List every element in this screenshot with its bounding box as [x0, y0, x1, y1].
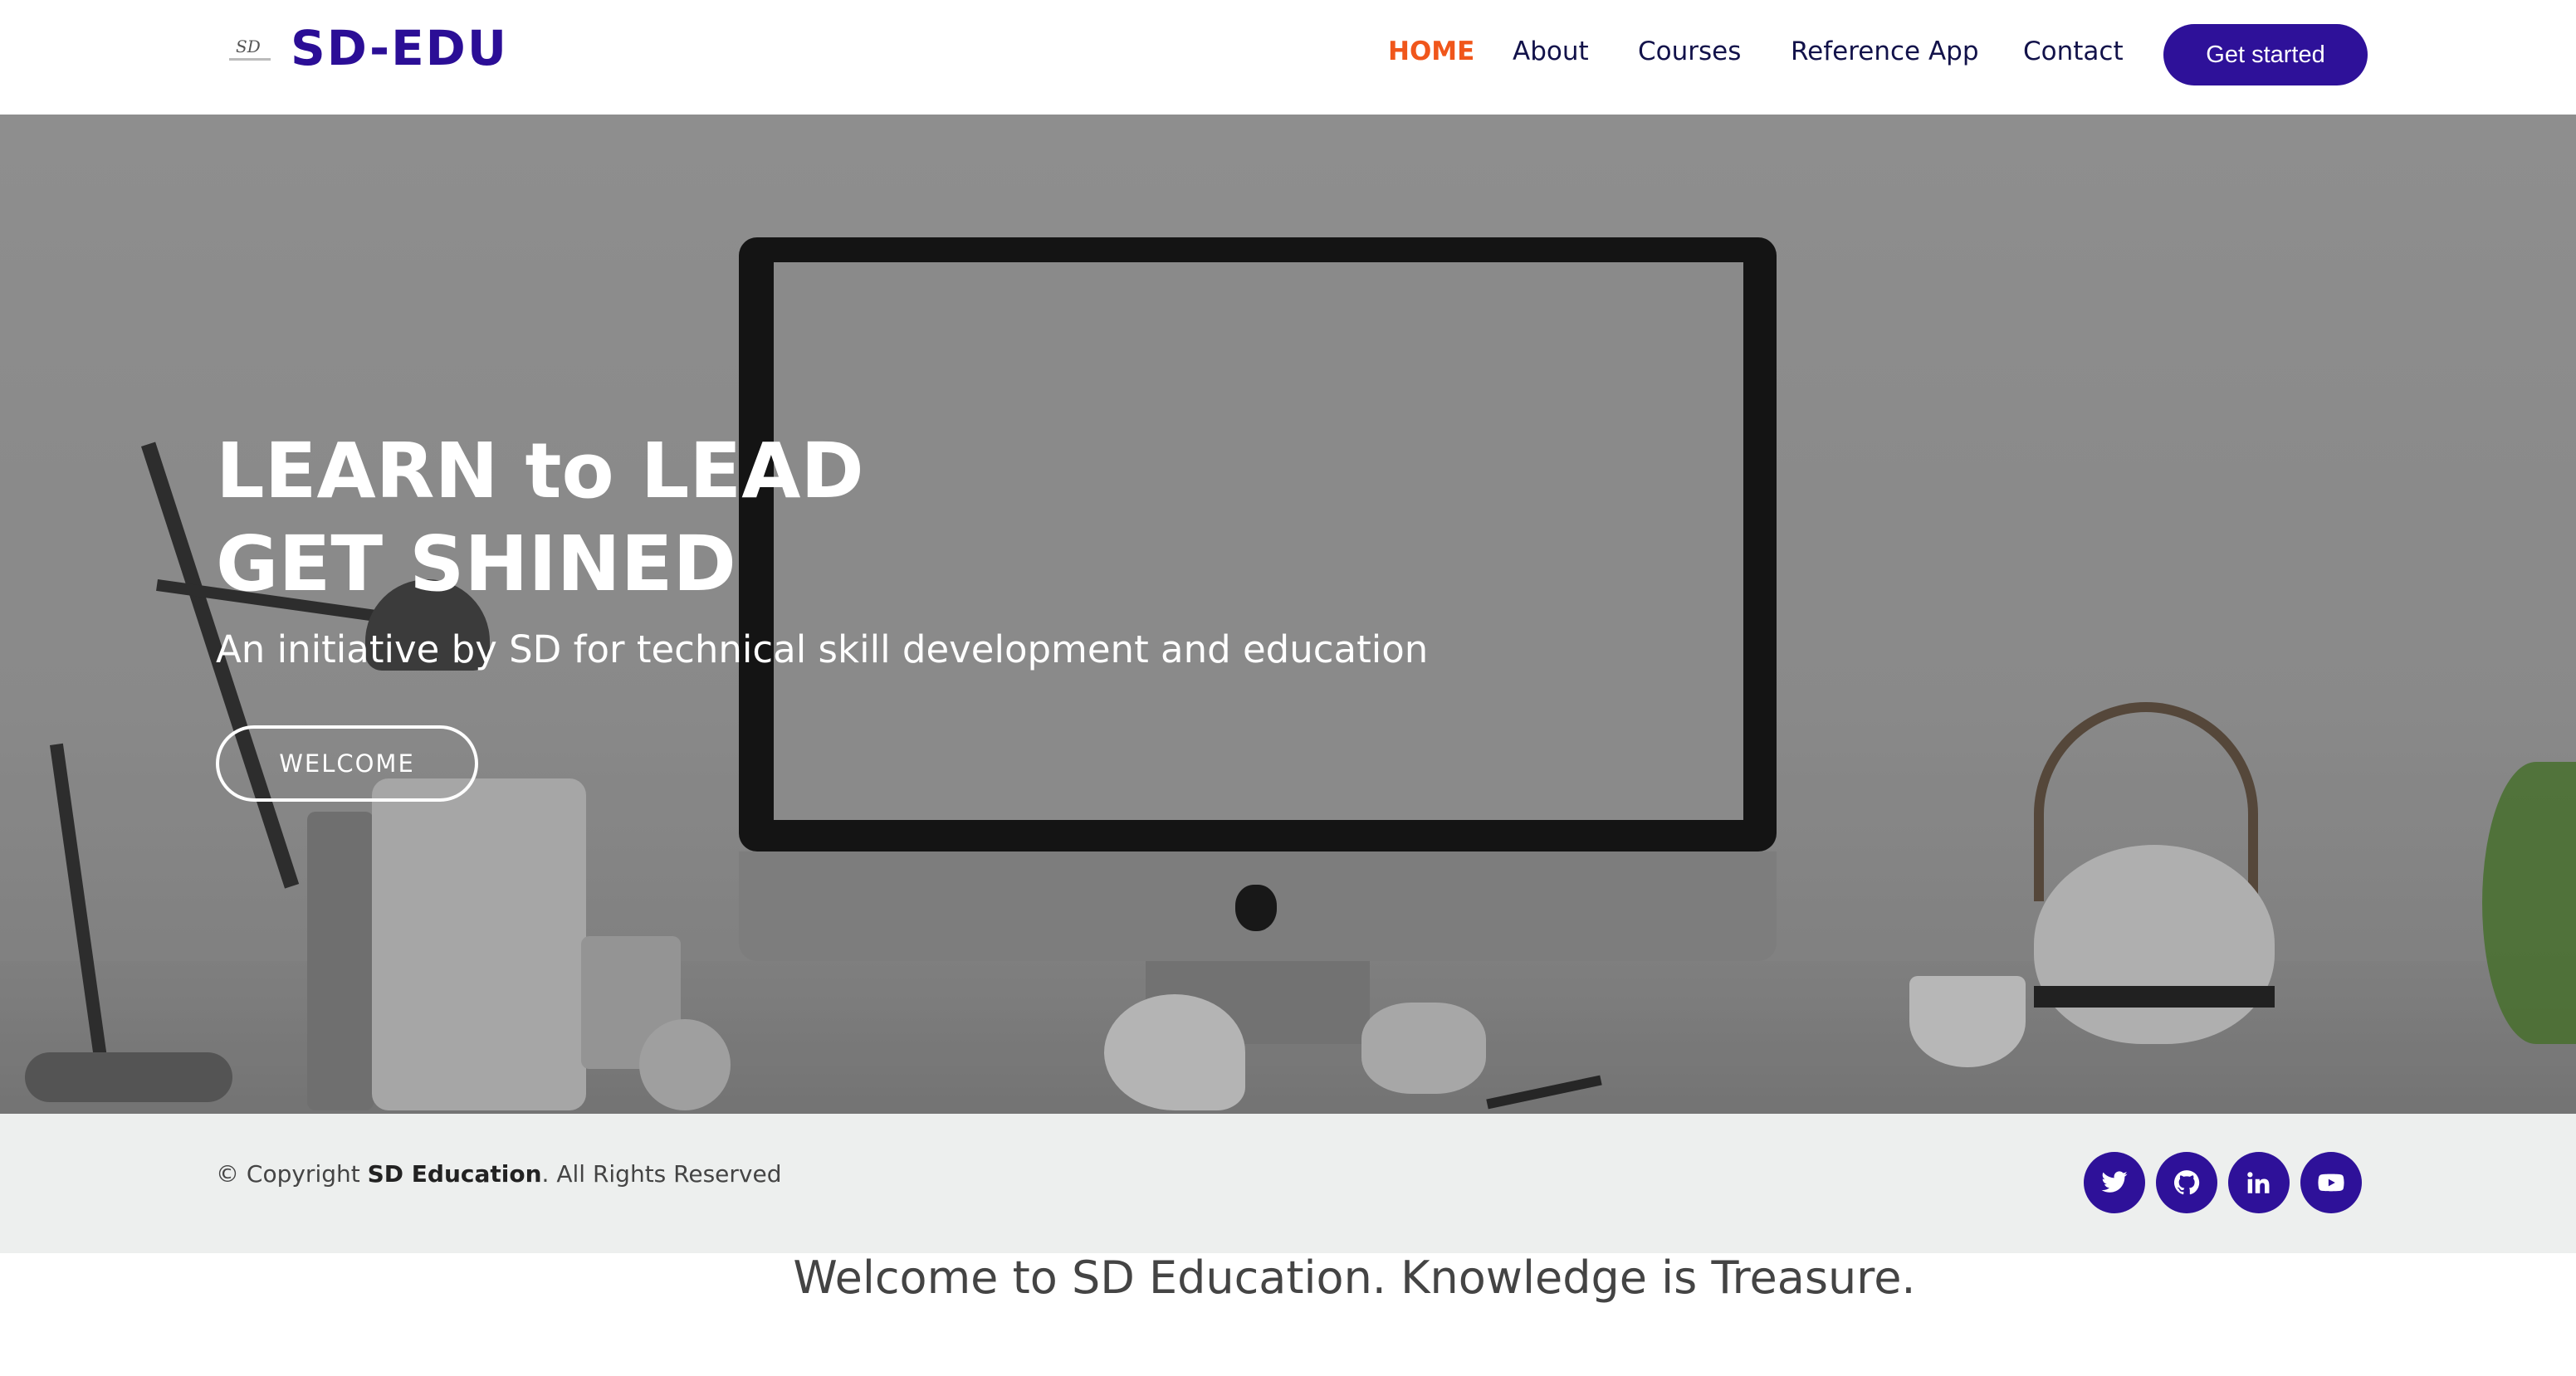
- youtube-icon: [2318, 1174, 2344, 1192]
- site-footer: © Copyright SD Education. All Rights Res…: [0, 1114, 2576, 1253]
- page: SD SD-EDU HOME About Courses Reference A…: [0, 0, 2576, 1376]
- hero-subtitle: An initiative by SD for technical skill …: [216, 627, 1429, 671]
- linkedin-button[interactable]: [2228, 1152, 2290, 1213]
- logo-icon[interactable]: SD: [229, 37, 271, 65]
- logo-underline: [229, 58, 271, 61]
- copyright-suffix: . All Rights Reserved: [541, 1160, 782, 1188]
- nav-reference-app[interactable]: Reference App: [1791, 37, 1979, 66]
- copyright-brand: SD Education: [367, 1160, 542, 1188]
- twitter-button[interactable]: [2084, 1152, 2145, 1213]
- hero-overlay: [0, 115, 2576, 1114]
- github-button[interactable]: [2156, 1152, 2217, 1213]
- hero-title: LEARN to LEAD GET SHINED: [216, 425, 864, 611]
- brand-logo-text[interactable]: SD-EDU: [291, 20, 508, 76]
- site-header: SD SD-EDU HOME About Courses Reference A…: [0, 0, 2576, 115]
- twitter-icon: [2101, 1171, 2128, 1193]
- nav-about[interactable]: About: [1513, 37, 1589, 66]
- youtube-button[interactable]: [2300, 1152, 2362, 1213]
- welcome-text: Welcome to SD Education. Knowledge is Tr…: [793, 1252, 1916, 1304]
- linkedin-icon: [2247, 1172, 2270, 1193]
- hero-title-line-1: LEARN to LEAD: [216, 427, 864, 515]
- get-started-button[interactable]: Get started: [2163, 24, 2368, 85]
- logo-mark-text: SD: [236, 37, 261, 56]
- nav-home[interactable]: HOME: [1388, 37, 1474, 66]
- hero-title-line-2: GET SHINED: [216, 520, 736, 608]
- nav-contact[interactable]: Contact: [2023, 37, 2124, 66]
- hero-section: LEARN to LEAD GET SHINED An initiative b…: [0, 115, 2576, 1114]
- nav-courses[interactable]: Courses: [1638, 37, 1741, 66]
- copyright-prefix: © Copyright: [216, 1160, 360, 1188]
- welcome-button[interactable]: WELCOME: [216, 725, 478, 802]
- github-icon: [2173, 1170, 2200, 1195]
- copyright-text: © Copyright SD Education. All Rights Res…: [216, 1160, 782, 1188]
